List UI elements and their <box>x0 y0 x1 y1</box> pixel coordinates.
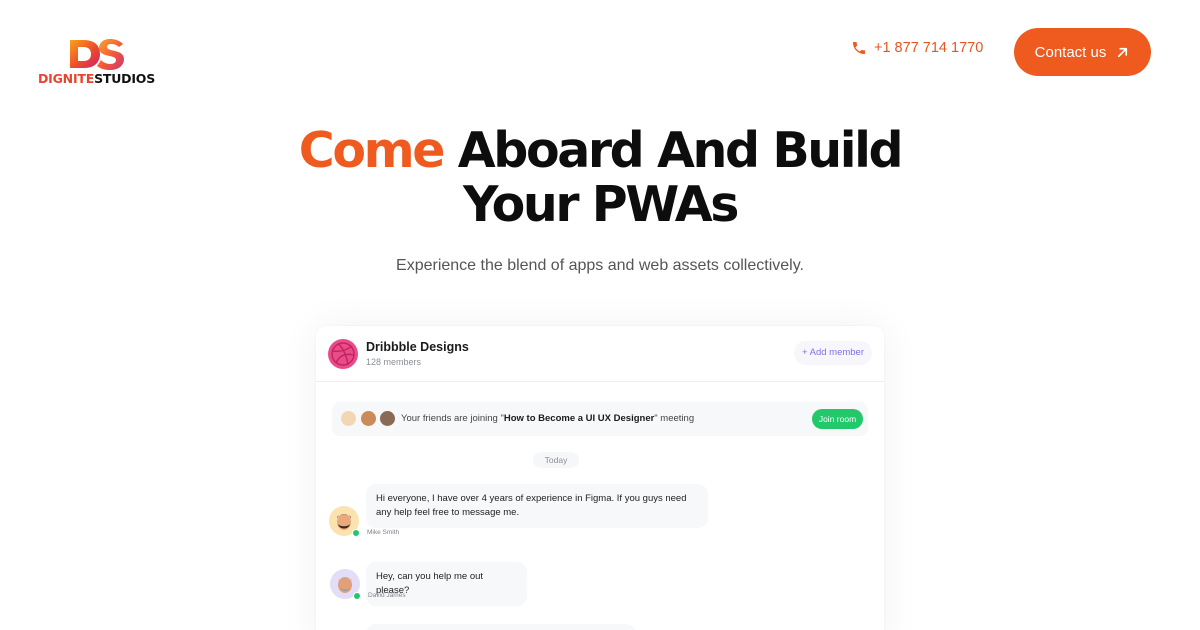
friend-avatar <box>361 411 376 426</box>
hero-subtitle: Experience the blend of apps and web ass… <box>396 257 804 274</box>
message-sender: Mike Smith <box>367 529 400 536</box>
meeting-text: Your friends are joining "How to Become … <box>401 413 695 424</box>
message-bubble: Hi everyone, I have over 4 years of expe… <box>366 484 708 528</box>
phone-number: +1 877 714 1770 <box>874 40 984 56</box>
hero-title-line1: Aboard And Build <box>457 122 904 179</box>
phone-link[interactable]: +1 877 714 1770 <box>851 38 983 58</box>
chat-preview-card: Dribbble Designs 128 members + Add membe… <box>316 326 884 630</box>
friend-avatar <box>380 411 395 426</box>
meeting-banner: Your friends are joining "How to Become … <box>332 402 868 436</box>
date-divider: Today <box>533 452 579 468</box>
message-text: any help feel free to message me. <box>376 507 520 518</box>
join-room-button[interactable]: Join room <box>812 409 863 429</box>
chat-header: Dribbble Designs 128 members + Add membe… <box>316 326 884 382</box>
hero-title-line2: Your PWAs <box>462 176 739 233</box>
arrow-up-right-icon <box>1118 47 1128 57</box>
hero-title-accent: Come <box>298 122 446 179</box>
group-name: Dribbble Designs <box>366 340 469 354</box>
message-sender: David James <box>368 592 406 599</box>
group-member-count: 128 members <box>366 357 422 367</box>
ds-logo-mark <box>70 39 124 70</box>
group-avatar <box>328 339 358 369</box>
logo-wordmark: DIGNITESTUDIOS <box>38 71 156 86</box>
add-member-button[interactable]: + Add member <box>793 341 872 365</box>
brand-logo[interactable]: DIGNITESTUDIOS <box>38 36 160 88</box>
phone-icon <box>853 42 865 54</box>
friend-avatar <box>341 411 356 426</box>
online-status-dot <box>353 592 361 600</box>
message-bubble: Hey, can you help me out please? <box>366 562 527 606</box>
avatar[interactable] <box>329 506 360 537</box>
message-bubble <box>366 624 636 630</box>
dribbble-icon <box>329 340 357 368</box>
meeting-title: How to Become a UI UX Designer <box>503 413 655 424</box>
avatar[interactable] <box>330 569 361 600</box>
contact-us-label: Contact us <box>1034 43 1107 61</box>
contact-us-button[interactable]: Contact us <box>1014 28 1151 76</box>
hero-title: Come Aboard And Build Your PWAs <box>0 124 1200 232</box>
online-status-dot <box>352 529 360 537</box>
message-text: Hi everyone, I have over 4 years of expe… <box>376 493 687 504</box>
